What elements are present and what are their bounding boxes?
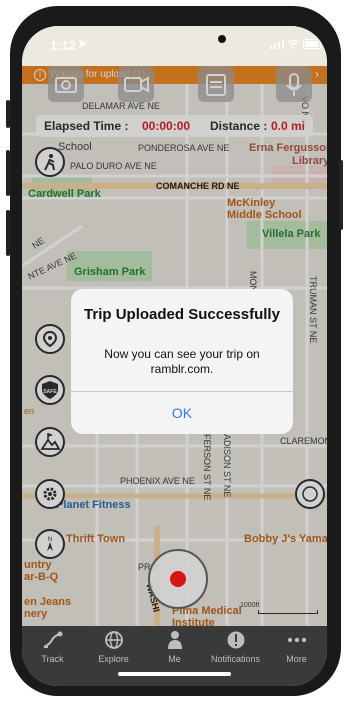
tab-notifications[interactable]: Notifications: [205, 630, 266, 664]
app-screen: DELAMAR AVE NE VO NE School PONDEROSA AV…: [22, 26, 327, 686]
track-icon: [43, 631, 62, 648]
status-bar: 1:12 ➤: [22, 26, 327, 66]
tab-label: Me: [168, 654, 181, 664]
tab-me[interactable]: Me: [144, 630, 205, 664]
tab-more[interactable]: More: [266, 630, 327, 664]
tab-label: More: [286, 654, 307, 664]
alert-icon: [227, 631, 244, 649]
alert-message: Now you can see your trip on ramblr.com.: [104, 347, 260, 376]
status-time: 1:12: [50, 38, 77, 53]
globe-icon: [104, 631, 123, 649]
record-dot-icon: [170, 571, 186, 587]
battery-icon: [303, 39, 321, 49]
volume-down-button: [6, 210, 10, 256]
location-arrow-icon: ➤: [78, 38, 88, 50]
more-dots-icon: [287, 637, 306, 643]
tab-label: Notifications: [210, 654, 261, 664]
front-camera: [218, 35, 226, 43]
upload-success-alert: Trip Uploaded Successfully Now you can s…: [71, 289, 293, 434]
tab-explore[interactable]: Explore: [83, 630, 144, 664]
tab-label: Explore: [98, 654, 129, 664]
wifi-icon: [287, 39, 299, 49]
alert-title: Trip Uploaded Successfully: [84, 306, 280, 323]
record-button[interactable]: [148, 549, 208, 609]
volume-up-button: [6, 150, 10, 196]
person-icon: [167, 631, 182, 649]
power-button: [339, 160, 343, 230]
signal-icon: [270, 40, 284, 49]
bottom-tab-bar: Track Explore Me Notifications More: [22, 626, 327, 686]
silent-switch: [6, 100, 10, 128]
alert-ok-button[interactable]: OK: [71, 392, 293, 434]
home-indicator[interactable]: [118, 672, 231, 676]
tab-track[interactable]: Track: [22, 630, 83, 664]
tab-label: Track: [41, 654, 64, 664]
